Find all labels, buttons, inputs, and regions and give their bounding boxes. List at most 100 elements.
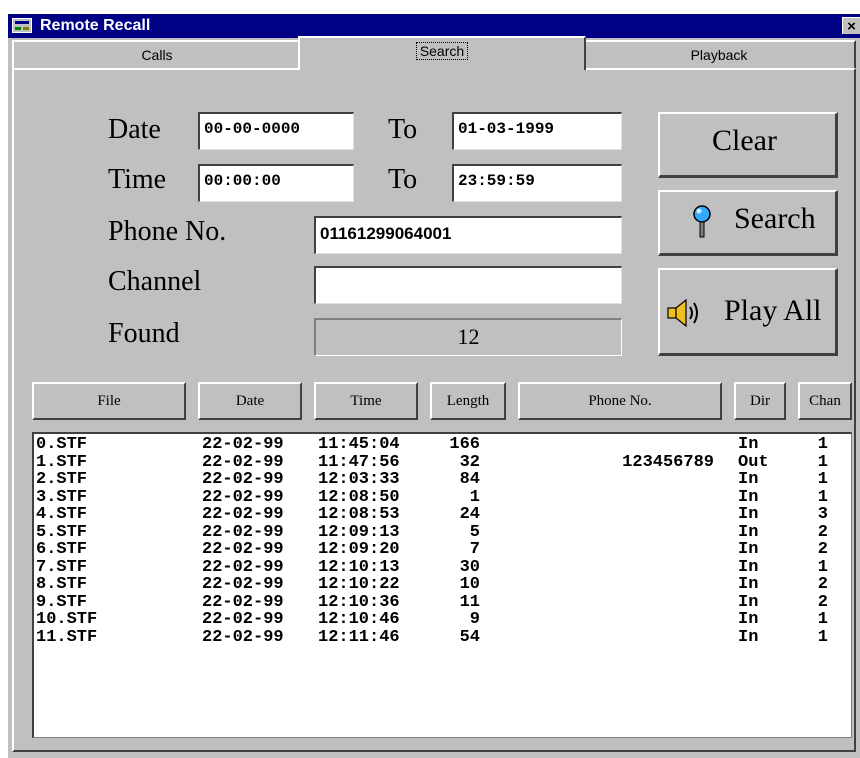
cell-file: 6.STF <box>36 540 88 559</box>
cell-chan: 2 <box>817 575 828 594</box>
cell-length: 7 <box>469 540 480 559</box>
cell-dir: In <box>738 505 759 524</box>
table-row[interactable]: 1.STF 22-02-99 11:47:56 32 123456789 Out 1 <box>34 454 850 471</box>
date-to-input[interactable]: 01-03-1999 <box>452 112 622 150</box>
title-bar[interactable]: Remote Recall × <box>8 14 860 38</box>
tab-search[interactable]: Search <box>298 36 586 70</box>
table-row[interactable]: 9.STF 22-02-99 12:10:36 11 In 2 <box>34 594 850 611</box>
cell-length: 24 <box>459 505 480 524</box>
speaker-icon <box>666 298 702 336</box>
cell-file: 7.STF <box>36 557 88 577</box>
time-to-input[interactable]: 23:59:59 <box>452 164 622 202</box>
date-from-input[interactable]: 00-00-0000 <box>198 112 354 150</box>
cell-length: 11 <box>459 592 480 612</box>
phone-input[interactable]: 01161299064001 <box>314 216 622 254</box>
time-from-input[interactable]: 00:00:00 <box>198 164 354 202</box>
cell-dir: In <box>738 627 759 647</box>
cell-dir: In <box>738 470 759 489</box>
table-row[interactable]: 5.STF 22-02-99 12:09:13 5 In 2 <box>34 524 850 541</box>
column-header-phone[interactable]: Phone No. <box>518 382 722 420</box>
table-row[interactable]: 4.STF 22-02-99 12:08:53 24 In 3 <box>34 506 850 523</box>
search-button-label: Search <box>734 202 816 235</box>
clear-button-label: Clear <box>712 124 777 157</box>
cell-length: 54 <box>459 627 480 647</box>
cell-time: 11:47:56 <box>318 452 400 472</box>
results-list[interactable]: 0.STF 22-02-99 11:45:04 166 In 1 1.STF 22-02-99… <box>32 432 852 738</box>
cell-dir: In <box>738 435 759 454</box>
table-row[interactable]: 11.STF 22-02-99 12:11:46 54 In 1 <box>34 629 850 646</box>
cell-time: 12:09:13 <box>318 522 400 542</box>
phone-label: Phone No. <box>108 216 227 247</box>
close-icon[interactable]: × <box>842 17 860 35</box>
cell-chan: 1 <box>817 610 828 629</box>
cell-chan: 1 <box>817 470 828 489</box>
tab-calls-label: Calls <box>141 47 173 63</box>
clear-button[interactable]: Clear <box>658 112 838 178</box>
column-header-chan[interactable]: Chan <box>798 382 852 420</box>
cell-dir: Out <box>738 452 769 472</box>
cell-chan: 2 <box>817 592 828 612</box>
table-row[interactable]: 0.STF 22-02-99 11:45:04 166 In 1 <box>34 436 850 453</box>
cell-date: 22-02-99 <box>202 452 284 472</box>
cell-length: 166 <box>449 435 480 454</box>
column-header-dir[interactable]: Dir <box>734 382 786 420</box>
cell-length: 5 <box>469 522 480 542</box>
cell-time: 12:08:50 <box>318 487 400 507</box>
table-row[interactable]: 2.STF 22-02-99 12:03:33 84 In 1 <box>34 471 850 488</box>
column-header-length[interactable]: Length <box>430 382 506 420</box>
cell-file: 2.STF <box>36 470 88 489</box>
app-icon[interactable] <box>12 18 32 33</box>
date-label: Date <box>108 114 161 145</box>
search-button[interactable]: Search <box>658 190 838 256</box>
search-pin-icon <box>690 204 714 248</box>
cell-time: 12:03:33 <box>318 470 400 489</box>
cell-date: 22-02-99 <box>202 627 284 647</box>
cell-length: 32 <box>459 452 480 472</box>
cell-file: 0.STF <box>36 435 88 454</box>
found-count: 12 <box>314 318 622 356</box>
cell-chan: 1 <box>817 452 828 472</box>
cell-dir: In <box>738 592 759 612</box>
cell-chan: 2 <box>817 540 828 559</box>
cell-dir: In <box>738 557 759 577</box>
cell-date: 22-02-99 <box>202 470 284 489</box>
table-row[interactable]: 8.STF 22-02-99 12:10:22 10 In 2 <box>34 576 850 593</box>
play-all-button-label: Play All <box>724 294 822 327</box>
cell-chan: 3 <box>817 505 828 524</box>
channel-input[interactable] <box>314 266 622 304</box>
table-row[interactable]: 10.STF 22-02-99 12:10:46 9 In 1 <box>34 611 850 628</box>
column-header-date[interactable]: Date <box>198 382 302 420</box>
cell-date: 22-02-99 <box>202 522 284 542</box>
cell-file: 5.STF <box>36 522 88 542</box>
cell-time: 12:09:20 <box>318 540 400 559</box>
cell-file: 1.STF <box>36 452 88 472</box>
cell-date: 22-02-99 <box>202 505 284 524</box>
table-row[interactable]: 3.STF 22-02-99 12:08:50 1 In 1 <box>34 489 850 506</box>
table-row[interactable]: 6.STF 22-02-99 12:09:20 7 In 2 <box>34 541 850 558</box>
window-title: Remote Recall <box>40 17 151 34</box>
cell-chan: 1 <box>817 557 828 577</box>
table-row[interactable]: 7.STF 22-02-99 12:10:13 30 In 1 <box>34 559 850 576</box>
cell-date: 22-02-99 <box>202 575 284 594</box>
tab-playback-label: Playback <box>690 47 748 63</box>
cell-chan: 1 <box>817 487 828 507</box>
cell-time: 12:10:46 <box>318 610 400 629</box>
tab-search-label: Search <box>415 42 469 60</box>
time-label: Time <box>108 164 167 195</box>
cell-phone: 123456789 <box>622 452 714 472</box>
cell-file: 4.STF <box>36 505 88 524</box>
cell-date: 22-02-99 <box>202 435 284 454</box>
cell-file: 9.STF <box>36 592 88 612</box>
found-label: Found <box>108 318 180 349</box>
column-header-time[interactable]: Time <box>314 382 418 420</box>
cell-file: 8.STF <box>36 575 88 594</box>
cell-dir: In <box>738 610 759 629</box>
cell-date: 22-02-99 <box>202 592 284 612</box>
column-header-file[interactable]: File <box>32 382 186 420</box>
tab-calls[interactable]: Calls <box>12 40 302 68</box>
play-all-button[interactable]: Play All <box>658 268 838 356</box>
cell-chan: 2 <box>817 522 828 542</box>
cell-dir: In <box>738 487 759 507</box>
cell-file: 10.STF <box>36 610 98 629</box>
tab-playback[interactable]: Playback <box>582 40 856 68</box>
